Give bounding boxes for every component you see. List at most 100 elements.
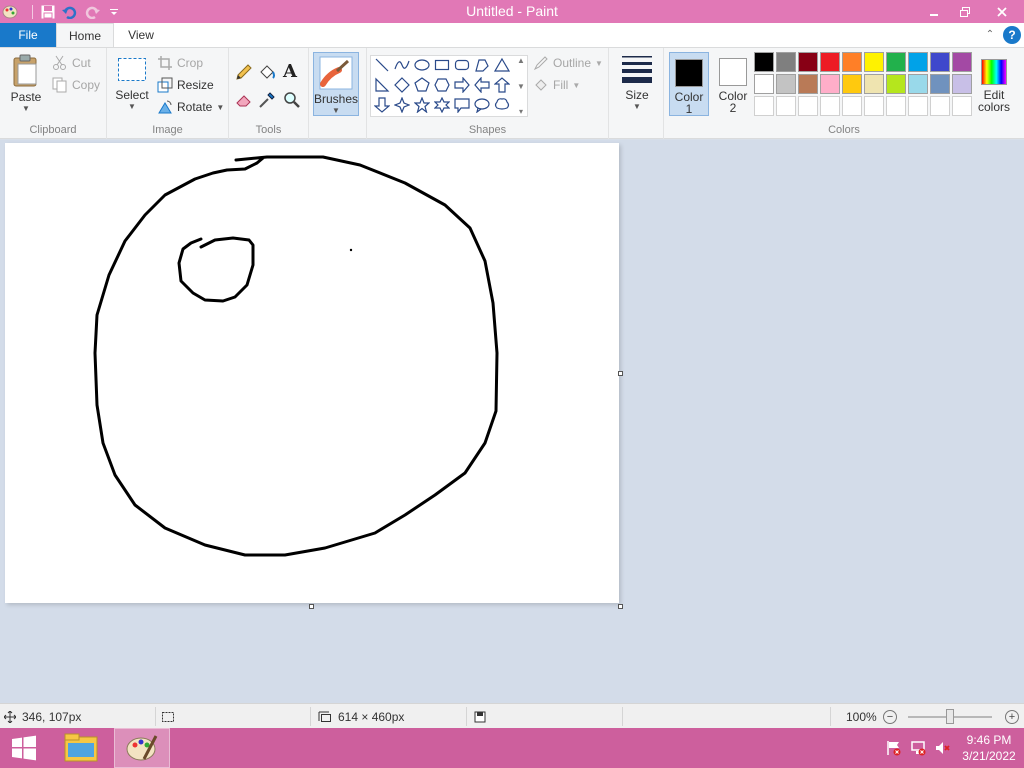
resize-button[interactable]: Resize (157, 75, 214, 95)
custom-color-slot[interactable] (820, 96, 840, 116)
magnifier-icon[interactable] (283, 91, 301, 109)
custom-color-slot[interactable] (798, 96, 818, 116)
rounded-rectangle-shape-icon[interactable] (452, 55, 472, 75)
custom-color-slot[interactable] (952, 96, 972, 116)
right-triangle-shape-icon[interactable] (372, 75, 392, 95)
palette-swatch[interactable] (886, 74, 906, 94)
palette-swatch[interactable] (798, 74, 818, 94)
close-button[interactable] (980, 0, 1024, 23)
five-point-star-shape-icon[interactable] (412, 95, 432, 115)
help-icon[interactable]: ? (1003, 26, 1021, 44)
paint-taskbar-button[interactable] (114, 728, 170, 768)
palette-swatch[interactable] (754, 74, 774, 94)
cloud-callout-shape-icon[interactable] (492, 95, 512, 115)
color2-button[interactable]: Color 2 (713, 52, 753, 116)
palette-swatch[interactable] (864, 74, 884, 94)
oval-callout-shape-icon[interactable] (472, 95, 492, 115)
zoom-slider-thumb[interactable] (946, 709, 954, 724)
up-arrow-shape-icon[interactable] (492, 75, 512, 95)
eraser-icon[interactable] (235, 91, 253, 109)
edit-colors-button[interactable]: Edit colors (974, 52, 1014, 116)
crop-button[interactable]: Crop (157, 53, 203, 73)
resize-handle-right[interactable] (618, 371, 623, 376)
color-picker-icon[interactable] (258, 91, 276, 109)
minimize-button[interactable] (918, 0, 949, 23)
volume-muted-icon[interactable] (930, 728, 954, 768)
rectangular-callout-shape-icon[interactable] (452, 95, 472, 115)
start-button[interactable] (0, 728, 48, 768)
rectangle-shape-icon[interactable] (432, 55, 452, 75)
tab-file[interactable]: File (0, 23, 56, 47)
zoom-out-button[interactable]: − (883, 710, 897, 724)
palette-swatch[interactable] (776, 52, 796, 72)
custom-color-slot[interactable] (776, 96, 796, 116)
palette-swatch[interactable] (842, 52, 862, 72)
resize-handle-corner[interactable] (618, 604, 623, 609)
undo-icon[interactable] (61, 3, 79, 21)
down-arrow-shape-icon[interactable] (372, 95, 392, 115)
palette-swatch[interactable] (930, 52, 950, 72)
outline-button[interactable]: Outline ▼ (533, 53, 603, 73)
paste-button[interactable]: Paste ▼ (8, 54, 44, 113)
resize-handle-bottom[interactable] (309, 604, 314, 609)
palette-swatch[interactable] (908, 74, 928, 94)
customize-qat-icon[interactable] (105, 3, 123, 21)
save-icon[interactable] (39, 3, 57, 21)
fill-bucket-icon[interactable] (258, 63, 276, 81)
rotate-button[interactable]: Rotate ▼ (157, 97, 224, 117)
line-shape-icon[interactable] (372, 55, 392, 75)
file-explorer-taskbar-button[interactable] (53, 728, 109, 768)
redo-icon[interactable] (83, 3, 101, 21)
action-center-flag-icon[interactable] (882, 728, 906, 768)
text-icon[interactable]: A (283, 61, 301, 82)
palette-swatch[interactable] (798, 52, 818, 72)
select-button[interactable]: Select ▼ (115, 56, 149, 111)
custom-color-slot[interactable] (754, 96, 774, 116)
right-arrow-shape-icon[interactable] (452, 75, 472, 95)
color1-button[interactable]: Color 1 (669, 52, 709, 116)
palette-swatch[interactable] (776, 74, 796, 94)
hexagon-shape-icon[interactable] (432, 75, 452, 95)
four-point-star-shape-icon[interactable] (392, 95, 412, 115)
custom-color-slot[interactable] (842, 96, 862, 116)
restore-button[interactable] (949, 0, 980, 23)
custom-color-slot[interactable] (864, 96, 884, 116)
brushes-button[interactable]: Brushes ▼ (313, 52, 359, 116)
taskbar-clock[interactable]: 9:46 PM 3/21/2022 (954, 732, 1024, 764)
fill-button[interactable]: Fill ▼ (533, 75, 580, 95)
oval-shape-icon[interactable] (412, 55, 432, 75)
chevron-up-icon[interactable]: ⌃ (983, 27, 997, 41)
pentagon-shape-icon[interactable] (412, 75, 432, 95)
shapes-scroll-down-icon[interactable]: ▼ (517, 82, 525, 91)
size-button[interactable]: Size ▼ (617, 54, 657, 111)
diamond-shape-icon[interactable] (392, 75, 412, 95)
six-point-star-shape-icon[interactable] (432, 95, 452, 115)
left-arrow-shape-icon[interactable] (472, 75, 492, 95)
paint-app-icon[interactable] (2, 3, 18, 19)
palette-swatch[interactable] (952, 52, 972, 72)
tab-home[interactable]: Home (56, 23, 114, 47)
polygon-shape-icon[interactable] (472, 55, 492, 75)
custom-color-slot[interactable] (930, 96, 950, 116)
palette-swatch[interactable] (820, 52, 840, 72)
palette-swatch[interactable] (930, 74, 950, 94)
shapes-expand-icon[interactable]: ▾ (519, 107, 523, 116)
drawing-canvas[interactable] (5, 143, 619, 603)
palette-swatch[interactable] (952, 74, 972, 94)
cut-button[interactable]: Cut (52, 53, 91, 73)
zoom-in-button[interactable]: + (1005, 710, 1019, 724)
custom-color-slot[interactable] (886, 96, 906, 116)
custom-color-slot[interactable] (908, 96, 928, 116)
palette-swatch[interactable] (842, 74, 862, 94)
shapes-scroll-up-icon[interactable]: ▲ (517, 56, 525, 65)
palette-swatch[interactable] (820, 74, 840, 94)
pencil-icon[interactable] (235, 63, 253, 81)
palette-swatch[interactable] (864, 52, 884, 72)
copy-button[interactable]: Copy (52, 75, 100, 95)
tab-view[interactable]: View (114, 23, 168, 47)
palette-swatch[interactable] (908, 52, 928, 72)
triangle-shape-icon[interactable] (492, 55, 512, 75)
palette-swatch[interactable] (886, 52, 906, 72)
network-icon[interactable] (906, 728, 930, 768)
palette-swatch[interactable] (754, 52, 774, 72)
